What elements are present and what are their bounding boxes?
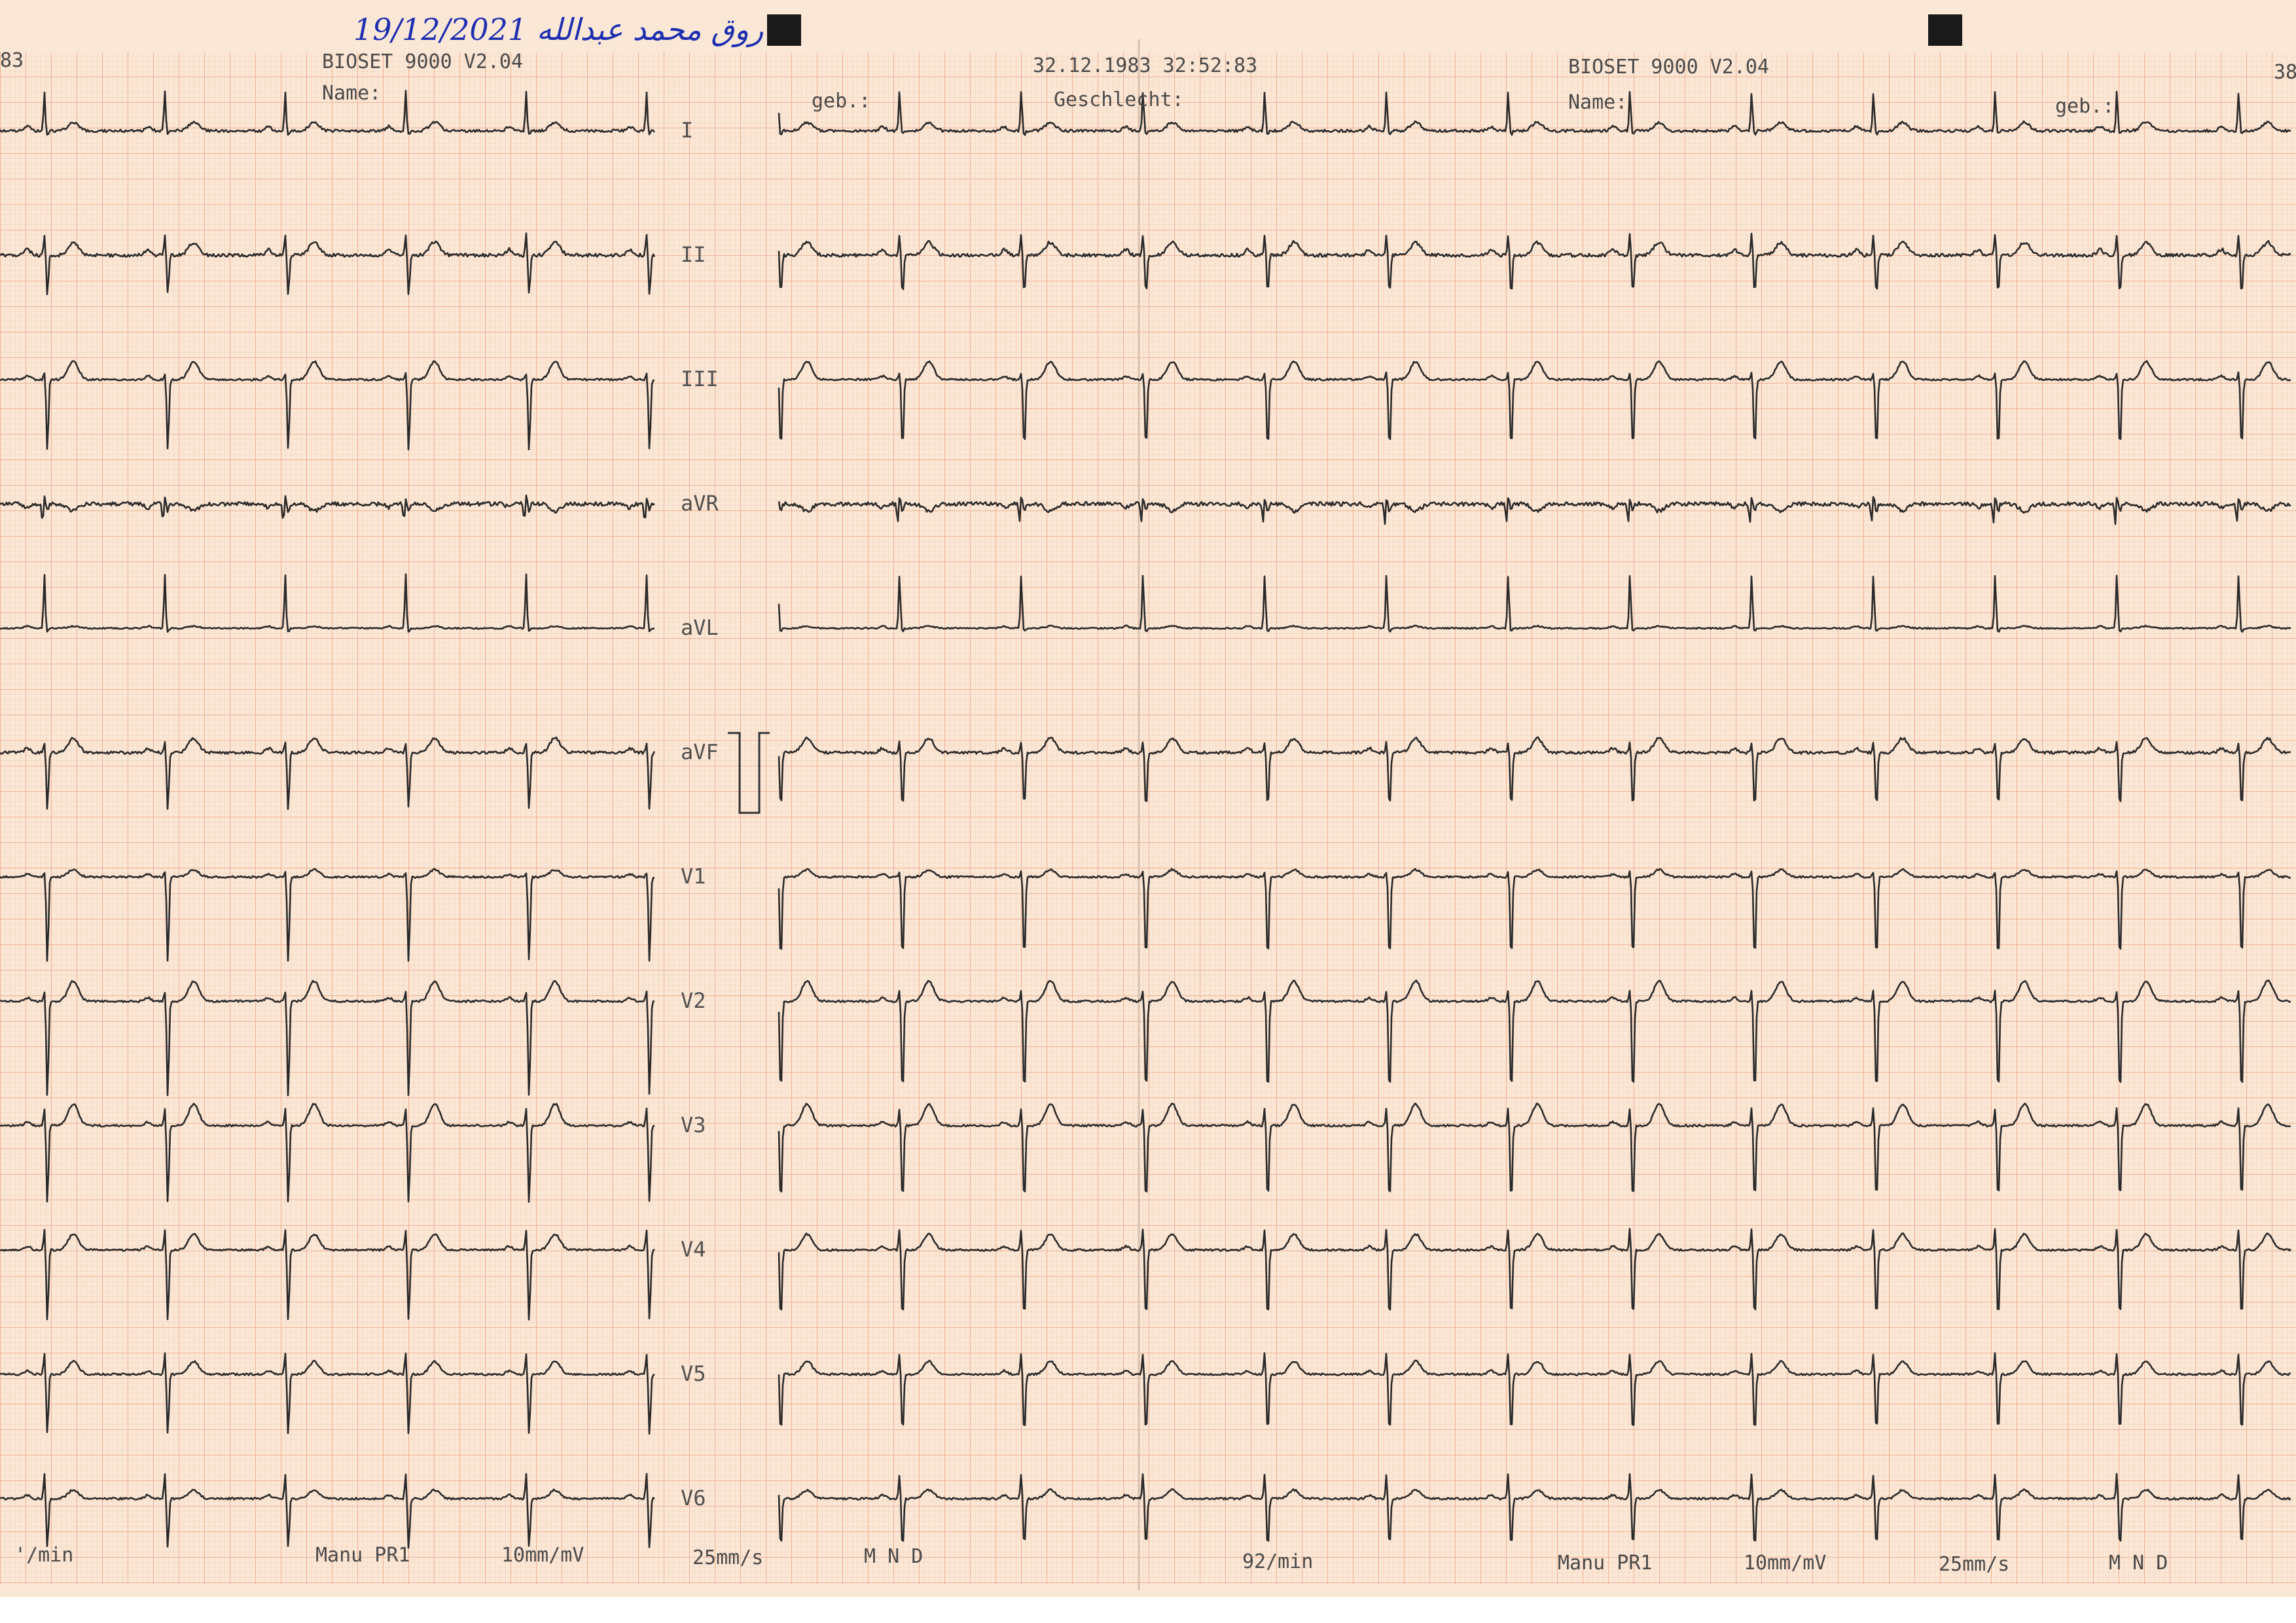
footer-left-speed: 25mm/s <box>692 1546 764 1569</box>
ecg-sheet: فاروق محمد عبدالله 19/12/2021 83 BIOSET … <box>0 0 2296 1623</box>
bottom-margin <box>0 1597 2296 1623</box>
marker-right <box>1928 14 1962 46</box>
header-right-number: 38 <box>2274 61 2296 84</box>
lead-label-i: I <box>681 118 694 143</box>
footer-left-mode: Manu PR1 <box>315 1544 410 1567</box>
lead-label-v4: V4 <box>681 1237 706 1262</box>
header-left-device: BIOSET 9000 V2.04 <box>322 50 524 73</box>
lead-label-v6: V6 <box>681 1486 706 1510</box>
header-right-device: BIOSET 9000 V2.04 <box>1568 56 1770 79</box>
footer-right-gain: 10mm/mV <box>1744 1552 1827 1575</box>
lead-label-v2: V2 <box>681 988 706 1013</box>
handwritten-note: فاروق محمد عبدالله 19/12/2021 <box>353 12 787 47</box>
footer-right-speed: 25mm/s <box>1939 1553 2010 1576</box>
footer-left-rate: '/min <box>14 1544 74 1567</box>
footer-left-filters: M N D <box>864 1545 924 1568</box>
lead-label-ii: II <box>681 242 706 267</box>
header-left-datetime: 32.12.1983 32:52:83 <box>1033 54 1258 77</box>
header-left-name-label: Name: <box>322 82 382 105</box>
header-right-name-label: Name: <box>1568 91 1628 114</box>
footer-right-rate: 92/min <box>1242 1550 1314 1573</box>
footer-right-mode: Manu PR1 <box>1558 1552 1653 1575</box>
lead-label-v5: V5 <box>681 1361 706 1386</box>
footer-left-gain: 10mm/mV <box>501 1544 584 1567</box>
lead-label-avr: aVR <box>681 491 719 516</box>
header-left-geb-label: geb.: <box>812 90 871 113</box>
lead-label-v3: V3 <box>681 1113 706 1137</box>
ecg-paper <box>0 0 2296 1623</box>
header-right-geb-label: geb.: <box>2055 95 2115 118</box>
lead-label-v1: V1 <box>681 864 706 889</box>
lead-label-avf: aVF <box>681 740 719 764</box>
ecg-grid <box>0 52 2296 1584</box>
header-left-geschlecht-label: Geschlecht: <box>1054 88 1184 111</box>
lead-label-iii: III <box>681 366 719 391</box>
footer-right-filters: M N D <box>2109 1552 2168 1575</box>
lead-label-avl: aVL <box>681 615 719 640</box>
marker-left <box>767 14 801 46</box>
header-left-number: 83 <box>0 49 24 72</box>
